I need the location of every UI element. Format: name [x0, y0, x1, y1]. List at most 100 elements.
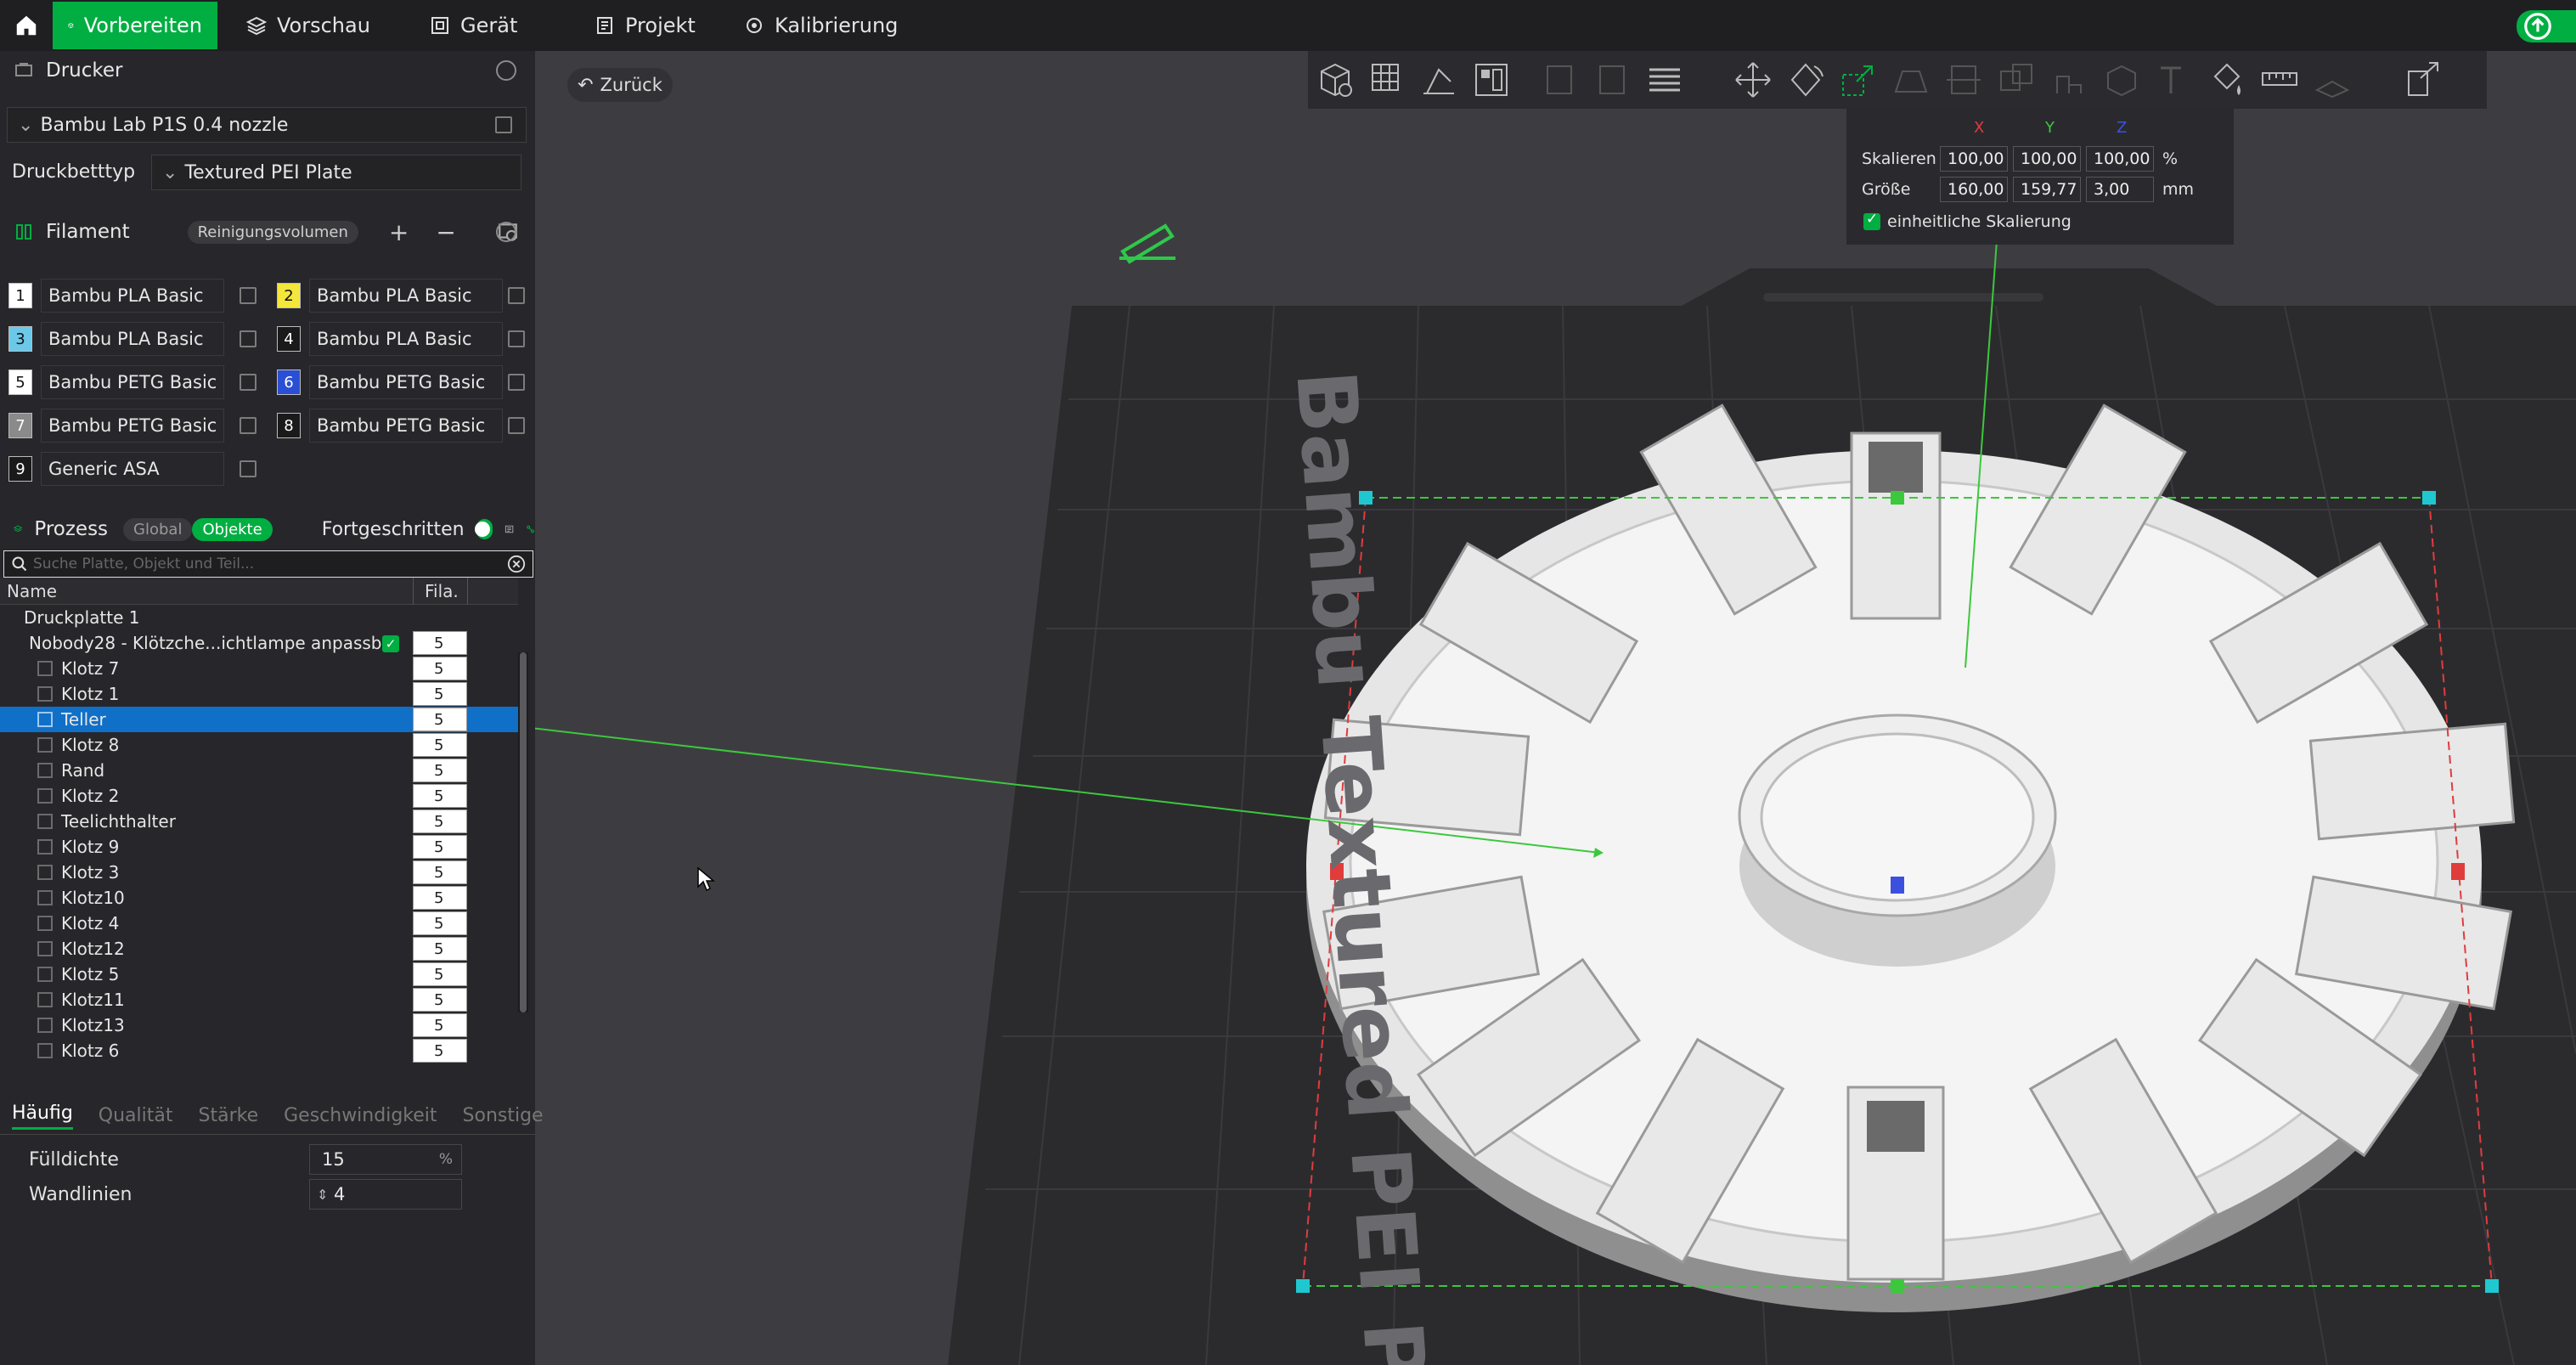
mesh-boolean-icon[interactable] — [1996, 59, 2037, 100]
tab-calibration[interactable]: Kalibrierung — [729, 2, 913, 49]
plate-row[interactable]: Druckplatte 1 — [0, 605, 518, 630]
clear-search-icon[interactable] — [507, 555, 526, 573]
filament-slot-6[interactable]: 6 Bambu PETG Basic — [277, 364, 525, 400]
tab-common[interactable]: Häufig — [12, 1103, 73, 1130]
edit-filament-icon[interactable] — [240, 374, 256, 391]
edit-filament-icon[interactable] — [240, 287, 256, 304]
list-view-icon[interactable] — [504, 518, 514, 540]
part-filament-field[interactable]: 5 — [413, 1013, 467, 1037]
stepper-arrows-icon[interactable]: ⇕ — [317, 1187, 328, 1203]
seam-paint-icon[interactable] — [2101, 59, 2142, 100]
table-row[interactable]: Klotz 5 5 — [0, 962, 518, 987]
wall-loops-stepper[interactable]: ⇕ 4 — [309, 1179, 462, 1210]
model-teelichthalter[interactable] — [1738, 714, 2057, 967]
part-filament-field[interactable]: 5 — [413, 860, 467, 884]
tab-prepare[interactable]: Vorbereiten — [53, 2, 217, 49]
upload-button[interactable] — [2517, 10, 2576, 42]
assembly-icon[interactable] — [2312, 59, 2353, 100]
part-filament-field[interactable]: 5 — [413, 784, 467, 808]
part-filament-field[interactable]: 5 — [413, 708, 467, 731]
table-row[interactable]: Klotz 8 5 — [0, 732, 518, 758]
filament-slot-2[interactable]: 2 Bambu PLA Basic — [277, 278, 525, 313]
part-filament-field[interactable]: 5 — [413, 962, 467, 986]
part-filament-field[interactable]: 5 — [413, 1039, 467, 1063]
home-button[interactable] — [7, 5, 46, 46]
table-row[interactable]: Klotz 1 5 — [0, 681, 518, 707]
objects-option[interactable]: Objekte — [192, 517, 273, 541]
layers-list-icon[interactable] — [1644, 59, 1685, 100]
object-search-input[interactable]: Suche Platte, Objekt und Teil... — [3, 550, 533, 578]
filament-slot-1[interactable]: 1 Bambu PLA Basic — [8, 278, 256, 313]
compare-icon[interactable] — [526, 518, 535, 540]
back-button[interactable]: ↶ Zurück — [567, 68, 673, 102]
scope-switch[interactable]: Global Objekte — [123, 517, 273, 541]
lay-on-face-icon[interactable] — [1891, 59, 1931, 100]
add-object-icon[interactable] — [1315, 59, 1356, 100]
size-z-input[interactable]: 3,00 — [2086, 177, 2154, 202]
tab-preview[interactable]: Vorschau — [231, 2, 386, 49]
object-row[interactable]: Nobody28 - Klötzche...ichtlampe anpassba… — [0, 630, 518, 656]
table-row[interactable]: Teelichthalter 5 — [0, 809, 518, 834]
part-filament-field[interactable]: 5 — [413, 733, 467, 757]
printer-select[interactable]: ⌄ Bambu Lab P1S 0.4 nozzle — [7, 107, 527, 143]
edit-filament-icon[interactable] — [508, 417, 525, 434]
split-objects-icon[interactable] — [1539, 59, 1580, 100]
uniform-scale-checkbox[interactable] — [1863, 211, 1880, 230]
object-tree-scrollbar[interactable] — [518, 652, 528, 1012]
part-filament-field[interactable]: 5 — [413, 835, 467, 859]
infill-input[interactable]: 15 % — [309, 1144, 462, 1175]
edit-filament-icon[interactable] — [508, 287, 525, 304]
uniform-scale-option[interactable]: einheitliche Skalierung — [1863, 211, 2072, 231]
part-filament-field[interactable]: 5 — [413, 809, 467, 833]
filament-settings-gear-icon[interactable] — [496, 222, 516, 242]
size-x-input[interactable]: 160,00 — [1940, 177, 2008, 202]
scale-x-input[interactable]: 100,00 — [1940, 146, 2008, 172]
split-parts-icon[interactable] — [1592, 59, 1632, 100]
part-filament-field[interactable]: 5 — [413, 988, 467, 1012]
scrollbar-thumb[interactable] — [520, 652, 527, 1012]
arrange-icon[interactable] — [1471, 59, 1512, 100]
tab-device[interactable]: Gerät — [414, 2, 533, 49]
text-tool-icon[interactable] — [2154, 59, 2195, 100]
support-paint-icon[interactable] — [2049, 59, 2089, 100]
bed-type-select[interactable]: ⌄ Textured PEI Plate — [151, 155, 521, 190]
filament-slot-9[interactable]: 9 Generic ASA — [8, 451, 256, 487]
table-row[interactable]: Klotz 6 5 — [0, 1038, 518, 1063]
size-y-input[interactable]: 159,77 — [2013, 177, 2081, 202]
table-row[interactable]: Klotz 4 5 — [0, 911, 518, 936]
rotate-icon[interactable] — [1785, 59, 1826, 100]
edit-filament-icon[interactable] — [508, 374, 525, 391]
object-printable-checkbox[interactable]: ✓ — [382, 635, 399, 652]
edit-filament-icon[interactable] — [240, 460, 256, 477]
scale-y-input[interactable]: 100,00 — [2013, 146, 2081, 172]
scene-canvas[interactable] — [535, 51, 2576, 1365]
part-filament-field[interactable]: 5 — [413, 657, 467, 680]
edit-printer-icon[interactable] — [495, 116, 512, 133]
filament-slot-7[interactable]: 7 Bambu PETG Basic — [8, 408, 256, 443]
table-row[interactable]: Klotz 3 5 — [0, 860, 518, 885]
edit-filament-icon[interactable] — [240, 330, 256, 347]
table-row[interactable]: Klotz 7 5 — [0, 656, 518, 681]
advanced-toggle[interactable] — [474, 519, 493, 539]
part-filament-field[interactable]: 5 — [413, 886, 467, 910]
table-row-selected[interactable]: Teller 5 — [0, 707, 518, 732]
add-plate-icon[interactable] — [1367, 59, 1408, 100]
measure-icon[interactable] — [2259, 59, 2300, 100]
filament-slot-5[interactable]: 5 Bambu PETG Basic — [8, 364, 256, 400]
filament-slot-8[interactable]: 8 Bambu PETG Basic — [277, 408, 525, 443]
edit-filament-icon[interactable] — [508, 330, 525, 347]
scale-icon[interactable] — [1838, 59, 1879, 100]
add-filament-icon[interactable]: + — [389, 218, 409, 246]
table-row[interactable]: Klotz 2 5 — [0, 783, 518, 809]
edit-filament-icon[interactable] — [240, 417, 256, 434]
object-filament-field[interactable]: 5 — [413, 631, 467, 655]
scale-z-input[interactable]: 100,00 — [2086, 146, 2154, 172]
table-row[interactable]: Klotz13 5 — [0, 1012, 518, 1038]
color-paint-icon[interactable] — [2207, 59, 2247, 100]
assembly-view-icon[interactable] — [2404, 59, 2444, 100]
tab-other[interactable]: Sonstige — [463, 1105, 544, 1126]
part-filament-field[interactable]: 5 — [413, 937, 467, 961]
move-icon[interactable] — [1733, 59, 1773, 100]
remove-filament-icon[interactable]: − — [436, 218, 455, 246]
part-filament-field[interactable]: 5 — [413, 682, 467, 706]
